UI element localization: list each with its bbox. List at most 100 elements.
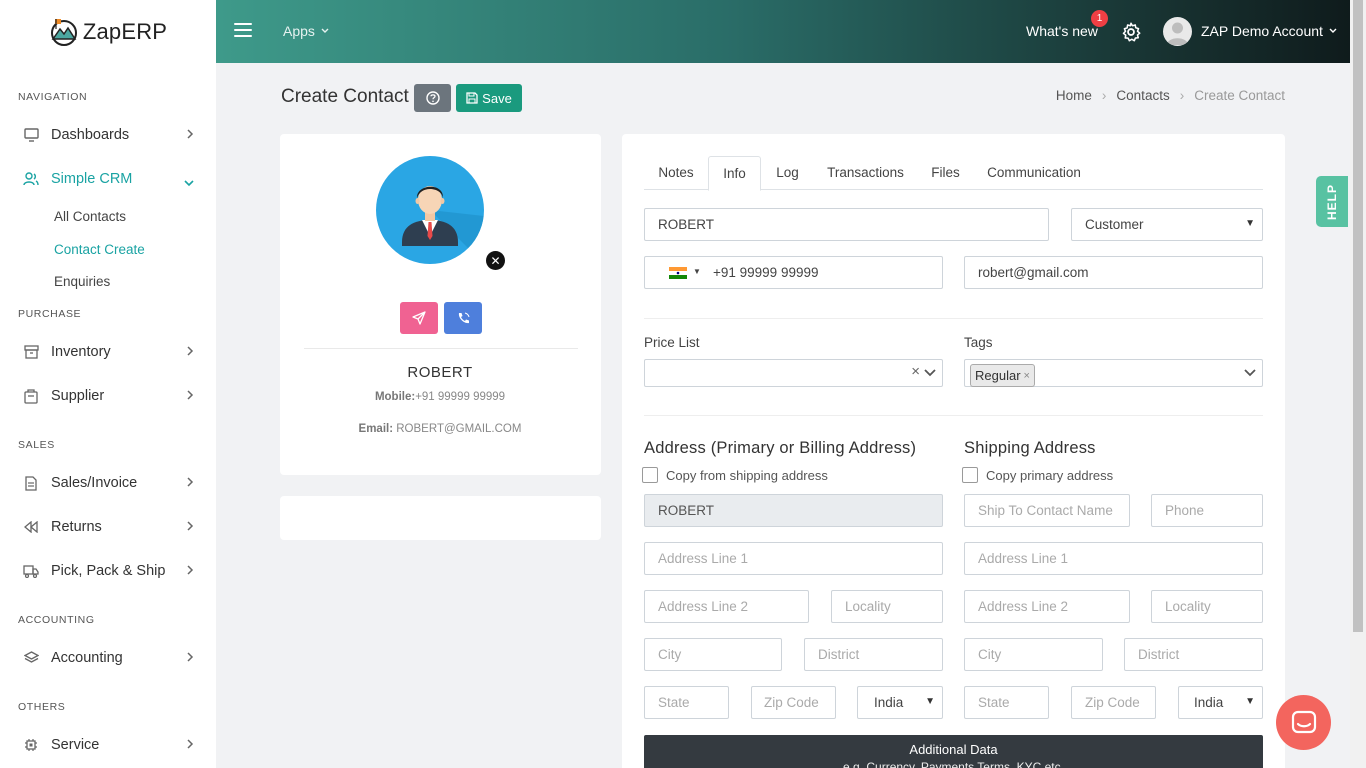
app-name: ZapERP [82,18,168,44]
apps-dropdown[interactable]: Apps [283,23,329,39]
sidebar-item-pick-pack-ship[interactable]: Pick, Pack & Ship [0,559,216,583]
price-list-label: Price List [644,335,700,350]
country-value: India [1194,695,1224,710]
sidebar-item-label: Accounting [51,650,123,666]
checkbox-label: Copy from shipping address [666,467,828,483]
tag-chip[interactable]: Regular × [970,364,1035,387]
sidebar-item-accounting[interactable]: Accounting [0,646,216,670]
copy-primary-checkbox[interactable]: Copy primary address [962,467,1113,483]
shipping-address-line-1-input[interactable]: Address Line 1 [964,542,1263,575]
email-input[interactable]: robert@gmail.com [964,256,1263,289]
profile-mobile: Mobile:+91 99999 99999 [280,391,600,403]
billing-state-input[interactable]: State [644,686,729,719]
contact-name-input[interactable]: ROBERT [644,208,1049,241]
billing-locality-input[interactable]: Locality [831,590,943,623]
clear-x-icon[interactable]: × [911,363,920,380]
billing-country-select[interactable]: India ▼ [857,686,943,719]
user-avatar[interactable] [1163,17,1192,46]
tab-communication[interactable]: Communication [974,156,1094,190]
chevron-right-icon [186,128,194,144]
remove-tag-x-icon[interactable]: × [1024,370,1030,382]
billing-address-line-2-input[interactable]: Address Line 2 [644,590,809,623]
checkbox-box[interactable] [962,467,978,483]
shipping-zip-input[interactable]: Zip Code [1071,686,1156,719]
additional-data-button[interactable]: Additional Data e.g. Currency, Payments … [644,735,1263,768]
sidebar-item-sales-invoice[interactable]: Sales/Invoice [0,471,216,495]
billing-city-input[interactable]: City [644,638,782,671]
contact-type-value: Customer [1085,217,1144,232]
send-message-button[interactable] [400,302,438,334]
billing-district-input[interactable]: District [804,638,943,671]
chevron-right-icon [186,520,194,536]
billing-address-line-1-input[interactable]: Address Line 1 [644,542,943,575]
chevron-right-icon [186,738,194,754]
divider [644,415,1263,416]
breadcrumb-home[interactable]: Home [1056,88,1092,103]
layers-icon [22,649,40,667]
apps-label: Apps [283,23,315,39]
billing-name-input[interactable]: ROBERT [644,494,943,527]
sidebar-item-simple-crm[interactable]: Simple CRM [0,167,216,191]
whats-new-link[interactable]: What's new [1026,23,1098,39]
sidebar-item-label: Simple CRM [51,171,133,187]
tab-log[interactable]: Log [761,156,814,190]
ship-phone-input[interactable]: Phone [1151,494,1263,527]
chevron-right-icon [186,564,194,580]
sidebar-item-returns[interactable]: Returns [0,515,216,539]
copy-shipping-checkbox[interactable]: Copy from shipping address [642,467,828,483]
sidebar-item-service[interactable]: Service [0,733,216,757]
tab-files[interactable]: Files [917,156,974,190]
gear-icon[interactable] [1120,21,1142,43]
save-button[interactable]: Save [456,84,522,112]
sidebar-item-supplier[interactable]: Supplier [0,384,216,408]
shipping-state-input[interactable]: State [964,686,1049,719]
shipping-district-input[interactable]: District [1124,638,1263,671]
chevron-right-icon [186,476,194,492]
shipping-address-line-2-input[interactable]: Address Line 2 [964,590,1130,623]
tab-notes[interactable]: Notes [644,156,708,190]
sidebar-subitem-enquiries[interactable]: Enquiries [54,274,110,289]
hamburger-menu-icon[interactable] [234,23,252,37]
breadcrumb-current: Create Contact [1194,88,1285,103]
caret-down-icon: ▼ [1245,218,1255,229]
price-list-select[interactable]: × [644,359,943,387]
ship-contact-name-input[interactable]: Ship To Contact Name [964,494,1130,527]
shipping-country-select[interactable]: India ▼ [1178,686,1263,719]
chevron-down-icon [1244,369,1256,377]
help-side-tab[interactable]: HELP [1316,176,1348,227]
additional-data-subtitle: e.g. Currency, Payments Terms, KYC etc. [843,760,1064,768]
shipping-locality-input[interactable]: Locality [1151,590,1263,623]
account-dropdown[interactable]: ZAP Demo Account [1201,23,1337,39]
chat-launcher-button[interactable] [1276,695,1331,750]
shipping-city-input[interactable]: City [964,638,1103,671]
call-button[interactable] [444,302,482,334]
scrollbar-thumb[interactable] [1353,0,1363,632]
profile-email: Email: ROBERT@GMAIL.COM [280,423,600,435]
help-button[interactable] [414,84,451,112]
contact-type-select[interactable]: Customer ▼ [1071,208,1263,241]
billing-zip-input[interactable]: Zip Code [751,686,836,719]
tab-transactions[interactable]: Transactions [814,156,917,190]
sidebar-item-label: Service [51,737,100,753]
remove-photo-close-icon[interactable]: ✕ [486,251,505,270]
mountain-logo-icon [50,18,77,46]
empty-card [280,496,601,540]
profile-picture[interactable] [376,156,484,264]
breadcrumb: Home › Contacts › Create Contact [1056,88,1285,103]
tag-label: Regular [975,368,1021,383]
sidebar-item-inventory[interactable]: Inventory [0,340,216,364]
caret-down-icon[interactable]: ▼ [693,267,701,276]
sidebar-item-dashboards[interactable]: Dashboards [0,123,216,147]
tab-info[interactable]: Info [708,156,761,191]
app-logo[interactable]: ZapERP [0,0,216,63]
archive-icon [22,343,40,361]
phone-input[interactable]: ▼ +91 99999 99999 [644,256,943,289]
sidebar-subitem-all-contacts[interactable]: All Contacts [54,209,126,224]
tags-select[interactable]: Regular × [964,359,1263,387]
sidebar-subitem-contact-create[interactable]: Contact Create [54,242,145,257]
page-scrollbar[interactable] [1350,0,1366,768]
checkbox-box[interactable] [642,467,658,483]
breadcrumb-contacts[interactable]: Contacts [1116,88,1169,103]
sidebar-item-label: Pick, Pack & Ship [51,563,166,579]
mobile-label: Mobile: [374,391,416,403]
